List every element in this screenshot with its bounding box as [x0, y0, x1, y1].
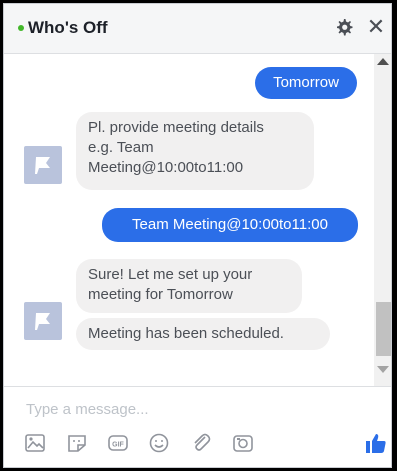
attachment-icon[interactable]	[190, 432, 212, 454]
message-bubble-incoming: Meeting has been scheduled.	[76, 318, 330, 350]
composer-divider	[4, 386, 391, 387]
message-line: e.g. Team	[88, 139, 154, 156]
scroll-thumb[interactable]	[376, 302, 391, 356]
message-bubble-incoming: Sure! Let me set up your meeting for Tom…	[76, 259, 302, 313]
message-line: Meeting@10:00to11:00	[88, 159, 244, 176]
message-bubble-incoming: Pl. provide meeting details e.g. Team Me…	[76, 112, 314, 190]
message-list: Tomorrow Pl. provide meeting details e.g…	[4, 54, 374, 386]
composer-toolbar: GIF	[4, 432, 391, 460]
svg-text:GIF: GIF	[112, 442, 124, 449]
gif-icon[interactable]: GIF	[107, 432, 129, 454]
chat-header[interactable]: Who's Off ✕	[4, 4, 391, 54]
message-bubble-outgoing: Tomorrow	[255, 67, 357, 99]
bot-avatar	[24, 302, 62, 340]
flag-icon	[35, 313, 50, 330]
scroll-up-arrow-icon[interactable]	[377, 58, 389, 65]
thumbs-up-icon[interactable]	[364, 431, 388, 455]
message-bubble-outgoing: Team Meeting@10:00to11:00	[102, 208, 358, 242]
online-status-dot	[18, 25, 24, 31]
sticker-icon[interactable]	[66, 432, 88, 454]
camera-icon[interactable]	[232, 432, 254, 454]
message-line: meeting for Tomorrow	[88, 286, 233, 303]
gear-icon[interactable]	[334, 17, 354, 37]
message-input[interactable]: Type a message...	[26, 401, 149, 418]
photo-icon[interactable]	[24, 432, 46, 454]
emoji-icon[interactable]	[148, 432, 170, 454]
message-line: Pl. provide meeting details	[88, 119, 264, 136]
message-line: Sure! Let me set up your	[88, 266, 253, 283]
chat-title[interactable]: Who's Off	[28, 18, 108, 38]
flag-icon	[35, 157, 50, 174]
close-icon[interactable]: ✕	[366, 16, 386, 38]
message-scrollbar[interactable]	[374, 54, 391, 386]
scroll-down-arrow-icon[interactable]	[377, 366, 389, 373]
chat-window: Who's Off ✕ Tomorrow Pl. provide meeting…	[3, 3, 392, 468]
bot-avatar	[24, 146, 62, 184]
